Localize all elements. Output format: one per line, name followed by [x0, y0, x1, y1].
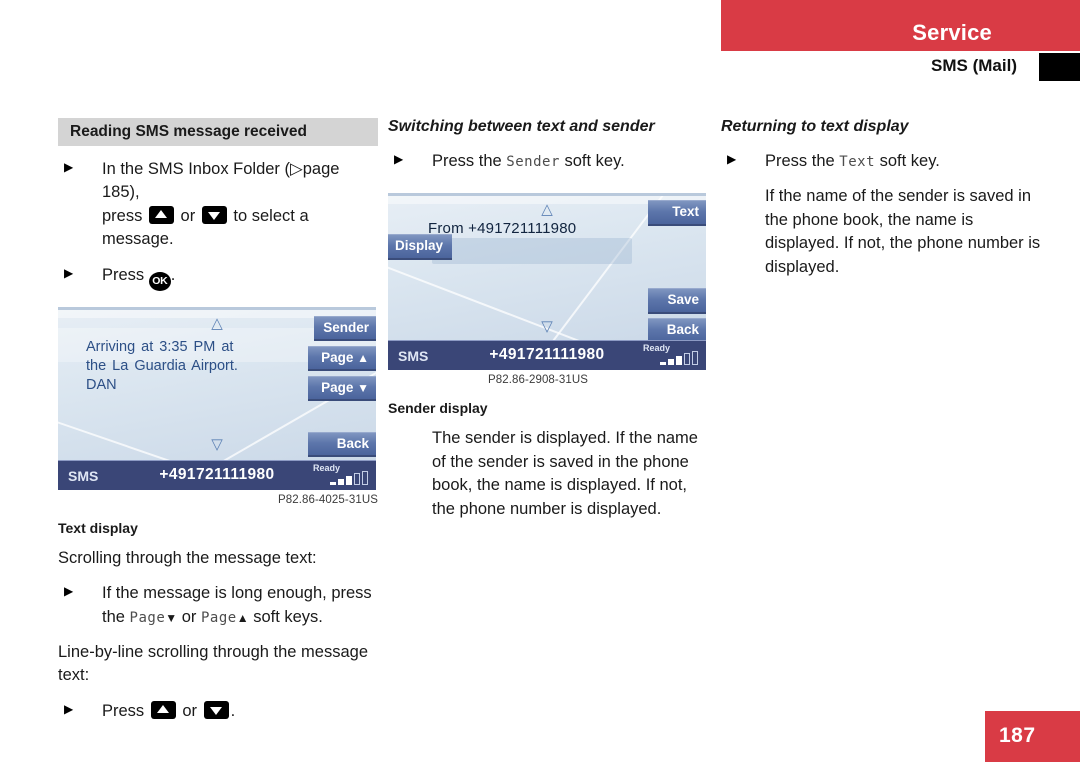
footer-red-block: 187 [985, 711, 1080, 762]
scroll-down-indicator-icon-2: ▽ [541, 318, 553, 336]
status-mode-label-2: SMS [398, 348, 429, 365]
softkey-display-label: Display [395, 238, 444, 254]
bullet-select-message: In the SMS Inbox Folder (page 185), pres… [58, 158, 378, 252]
softkey-name-page-down: Page [129, 609, 166, 626]
column-one: Reading SMS message received In the SMS … [58, 118, 378, 735]
signal-strength-icon [330, 470, 368, 485]
down-arrow-key-icon [201, 205, 227, 224]
header-red-band [721, 0, 1080, 51]
softkey-page-down-label: Page [321, 379, 354, 395]
bullet-text-part1: In the SMS Inbox Folder ( [102, 160, 291, 178]
bullet-press-arrows: Press or . [58, 700, 378, 723]
scroll-down-indicator-icon: ▽ [211, 435, 223, 453]
bullet-press-ok: Press OK. [58, 264, 378, 291]
status-phone-number-2: +491721111980 [489, 346, 605, 364]
the-label: the [102, 607, 125, 626]
down-arrow-key-icon-2 [203, 700, 229, 719]
softkey-sender-label: Sender [323, 319, 369, 335]
message-line-1: Arriving at 3:35 PM at [86, 338, 234, 355]
softkey-sender[interactable]: Sender [314, 315, 376, 342]
softkey-page-up[interactable]: Page [308, 345, 376, 372]
softkey-back-label: Back [336, 435, 369, 451]
page-number: 187 [999, 724, 1036, 747]
status-mode-label: SMS [68, 467, 99, 484]
softkey-save[interactable]: Save [648, 288, 706, 314]
press-label-2: Press [102, 701, 145, 720]
softkey-page-down[interactable]: Page [308, 375, 376, 402]
page-down-triangle-icon [357, 380, 369, 395]
soft-key-label-3: soft key. [879, 152, 940, 170]
header-tab-marker [1039, 53, 1080, 81]
softkey-back-label-2: Back [666, 322, 699, 338]
softkey-name-sender: Sender [506, 154, 560, 170]
bullet-press-text-softkey: Press the Text soft key. [721, 150, 1041, 173]
para-line-by-line: Line-by-line scrolling through the messa… [58, 642, 369, 685]
inline-page-up-triangle-icon [237, 608, 249, 626]
bullet-press-sender-softkey: Press the Sender soft key. [388, 150, 708, 173]
display-status-bar-2: SMS +491721111980 Ready [388, 340, 706, 371]
message-line-3: DAN [86, 376, 117, 393]
or-label-2: or [182, 701, 198, 720]
softkey-text-label: Text [672, 204, 699, 220]
heading-switching-text-sender: Switching between text and sender [388, 118, 655, 135]
heading-returning-text-display: Returning to text display [721, 118, 909, 135]
soft-keys-label: soft keys. [253, 607, 323, 626]
scroll-up-indicator-icon: △ [211, 314, 223, 332]
or-label: or [181, 607, 197, 626]
softkey-name-page-up: Page [201, 609, 237, 626]
up-arrow-key-icon [148, 205, 174, 224]
softkey-name-text: Text [839, 154, 876, 170]
para-scrolling: Scrolling through the message text: [58, 548, 317, 567]
para-returning-info: If the name of the sender is saved in th… [765, 187, 1041, 276]
para-sender-display: The sender is displayed. If the name of … [432, 429, 698, 518]
comand-display-sender-view: △ From +491721111980 ▽ Display Text Save… [388, 193, 706, 371]
figure-caption-2: P82.86-2908-31US [487, 374, 589, 387]
ok-key-icon: OK [148, 271, 171, 291]
press-the-label-3: Press the [765, 152, 835, 170]
softkey-text[interactable]: Text [648, 200, 706, 226]
page-up-triangle-icon [357, 350, 369, 365]
from-phone-number: +491721111980 [468, 220, 577, 238]
column-three: Returning to text display Press the Text… [721, 118, 1041, 291]
sms-message-text: Arriving at 3:35 PM at the La Guardia Ai… [86, 338, 286, 395]
softkey-save-label: Save [667, 292, 699, 308]
softkey-page-up-label: Page [321, 349, 354, 365]
figure-caption-1: P82.86-4025-31US [277, 493, 378, 506]
inline-page-down-triangle-icon [165, 608, 177, 626]
bullet-page-softkeys: If the message is long enough, press the… [58, 582, 378, 629]
header-section-title: Service [912, 20, 992, 45]
bullet-text-part2: press [102, 206, 143, 225]
softkey-back[interactable]: Back [308, 431, 376, 458]
heading-sender-display: Sender display [388, 400, 488, 417]
soft-key-label: soft key. [564, 152, 625, 170]
period: . [170, 265, 176, 284]
message-line-2: the La Guardia Airport. [86, 357, 238, 374]
heading-text-display: Text display [58, 519, 138, 536]
press-the-label: Press the [432, 152, 502, 170]
signal-strength-icon-2 [660, 351, 698, 366]
heading-reading-sms: Reading SMS message received [58, 118, 378, 146]
header-subsection-title: SMS (Mail) [931, 56, 1017, 75]
press-label: Press [102, 265, 145, 284]
softkey-display[interactable]: Display [388, 234, 452, 260]
period-2: . [230, 701, 236, 720]
comand-display-text-view: △ Arriving at 3:35 PM at the La Guardia … [58, 306, 376, 490]
bullet-text-or: or [180, 206, 196, 225]
up-arrow-key-icon-2 [150, 700, 176, 719]
bullet-long-message-text: If the message is long enough, press [102, 584, 372, 603]
display-status-bar: SMS +491721111980 Ready [58, 459, 376, 490]
column-two: Switching between text and sender Press … [388, 118, 708, 533]
scroll-up-indicator-icon-2: △ [541, 201, 553, 219]
status-phone-number: +491721111980 [159, 465, 275, 483]
